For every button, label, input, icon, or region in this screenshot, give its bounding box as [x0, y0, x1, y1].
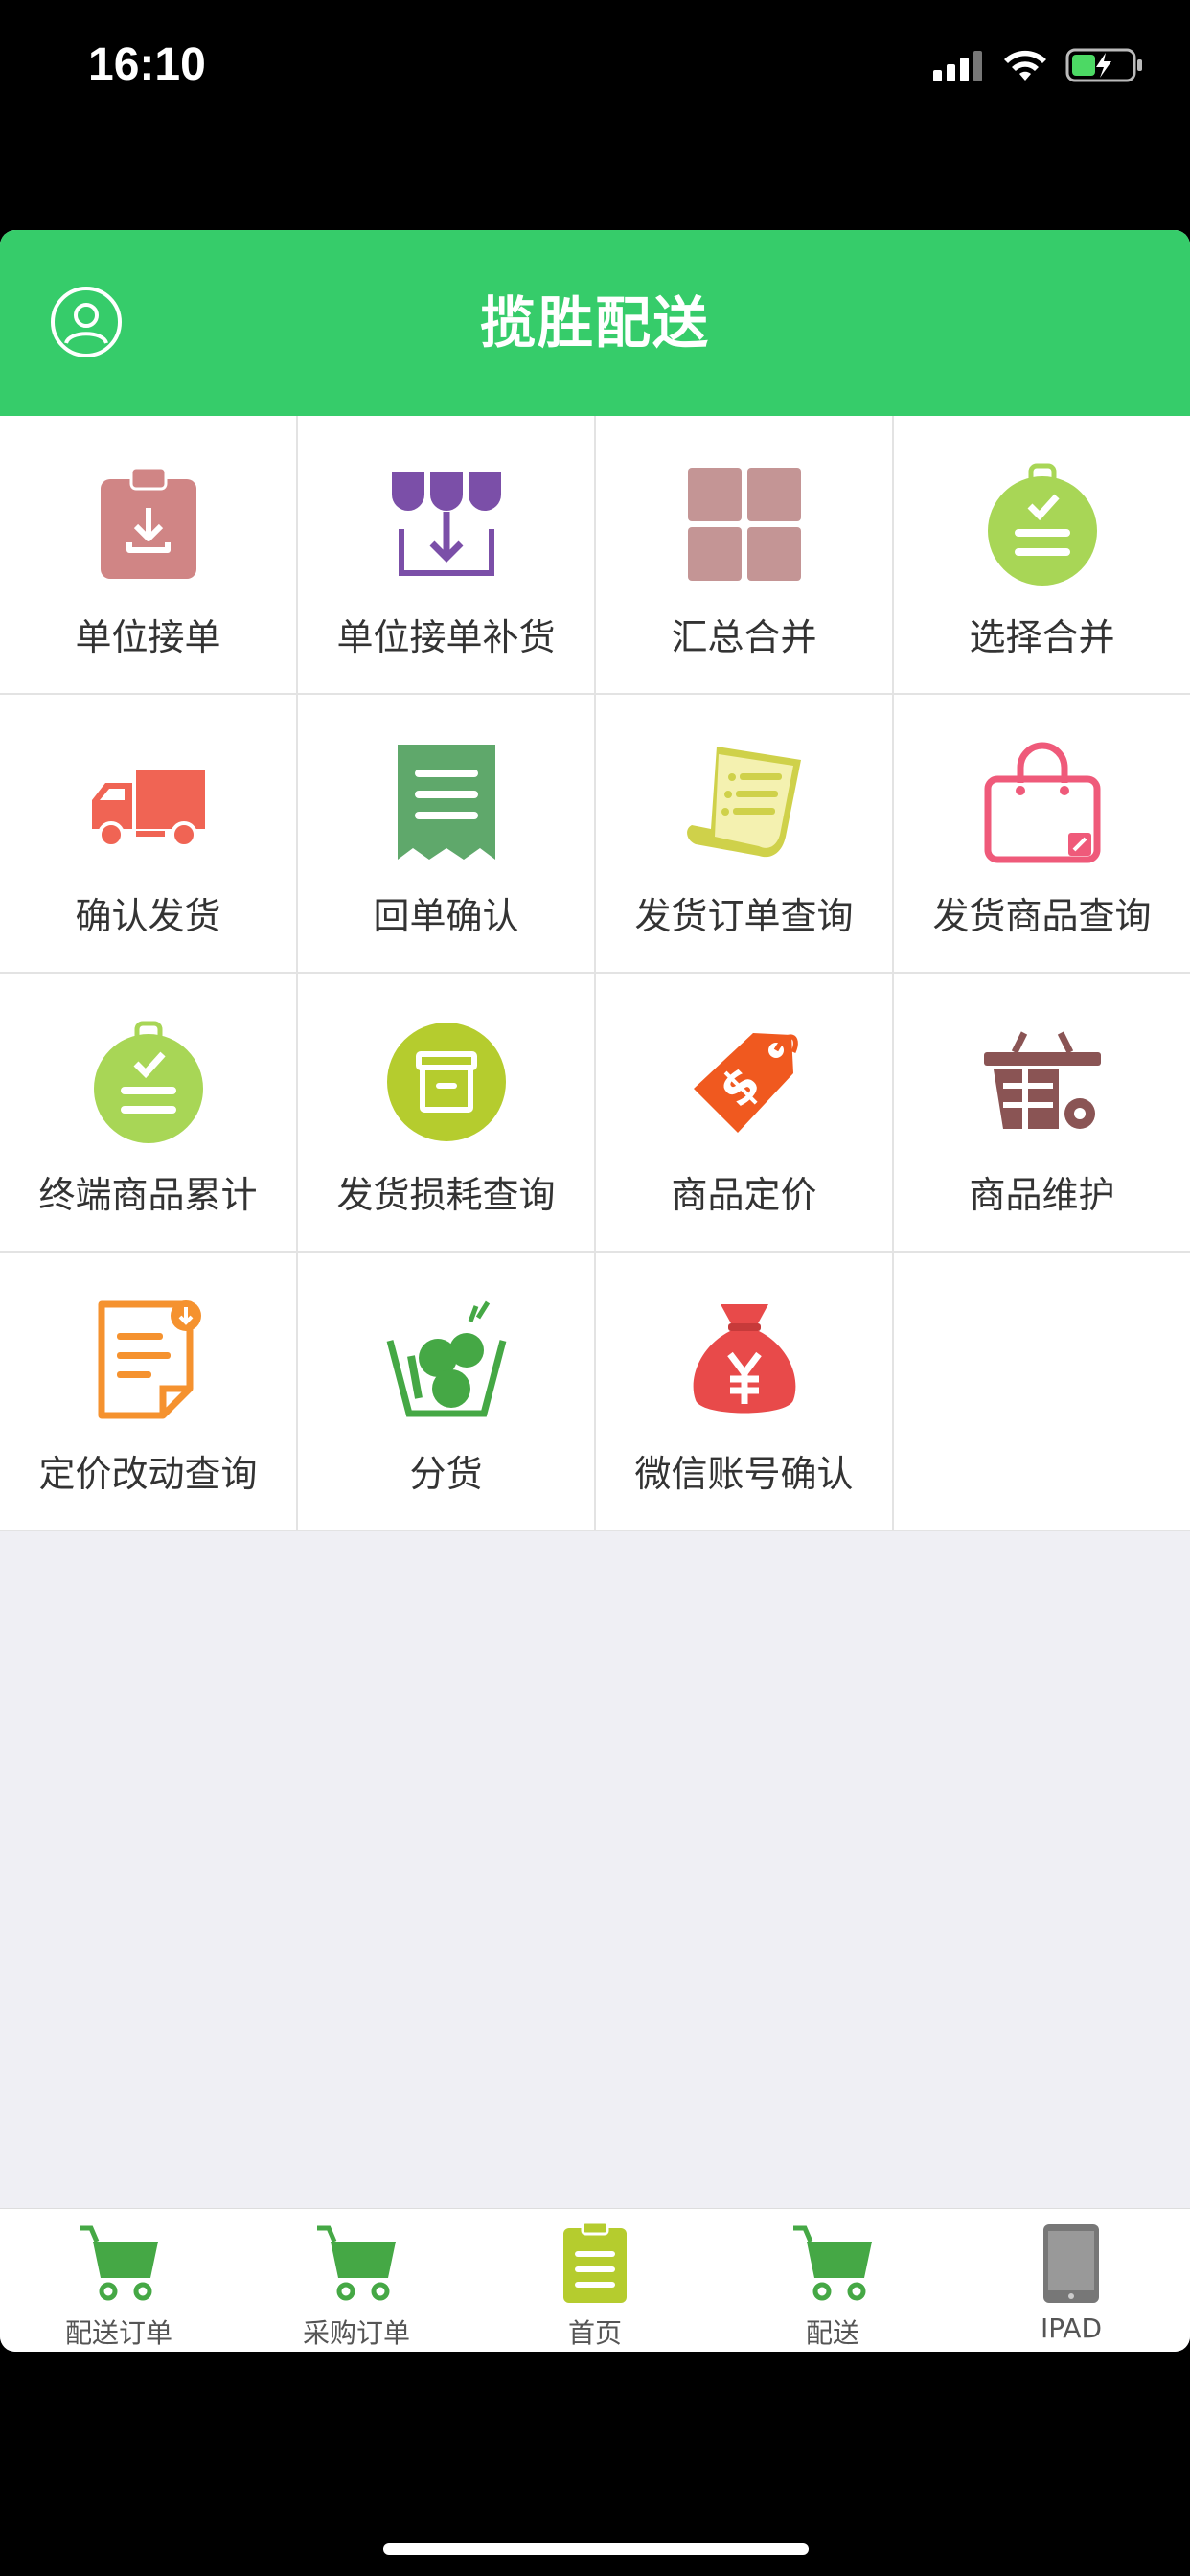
shopping-bag-icon [984, 742, 1100, 863]
grid-item-shipment-order-query[interactable]: 发货订单查询 [596, 695, 894, 974]
tab-home[interactable]: 首页 [476, 2209, 714, 2352]
awning-arrow-down-icon [391, 472, 501, 576]
grid-item-label: 发货损耗查询 [336, 1174, 556, 1216]
grid-item-label: 回单确认 [373, 895, 519, 937]
grid-item-label: 发货商品查询 [932, 895, 1152, 937]
tag-check-icon [987, 463, 1097, 586]
grid-item-terminal-goods-total[interactable]: 终端商品累计 [0, 974, 298, 1253]
tab-label: 配送 [805, 2317, 859, 2349]
grid-item-label: 商品维护 [969, 1174, 1115, 1216]
grid-item-distribute-goods[interactable]: 分货 [298, 1253, 596, 1531]
grid-item-label: 定价改动查询 [38, 1453, 258, 1495]
grid-item-shipment-loss-query[interactable]: 发货损耗查询 [298, 974, 596, 1253]
user-profile-icon[interactable] [50, 286, 123, 358]
tab-label: 采购订单 [302, 2317, 410, 2349]
document-edit-icon [98, 1300, 201, 1419]
grid-item-receipt-confirm[interactable]: 回单确认 [298, 695, 596, 974]
battery-charging-icon [1065, 48, 1142, 82]
money-bag-yen-icon [693, 1304, 795, 1414]
grid-item-label: 终端商品累计 [38, 1174, 258, 1216]
grid-item-shipment-goods-query[interactable]: 发货商品查询 [894, 695, 1190, 974]
status-bar: 16:10 [0, 0, 1190, 144]
nav-bar: 揽胜配送 [0, 230, 1190, 416]
tab-delivery-orders[interactable]: 配送订单 [0, 2209, 238, 2352]
grid-item-label: 商品定价 [671, 1174, 817, 1216]
grid-item-label: 分货 [409, 1453, 483, 1495]
basket-gear-icon [983, 1031, 1101, 1129]
vegetable-basket-icon [386, 1300, 506, 1417]
tab-ipad[interactable]: IPAD [952, 2209, 1190, 2352]
status-time: 16:10 [88, 39, 206, 90]
signal-icon [933, 51, 982, 81]
tab-delivery[interactable]: 配送 [714, 2209, 951, 2352]
grid-item-unit-order-restock[interactable]: 单位接单补货 [298, 416, 596, 695]
cart-icon [793, 2225, 872, 2301]
grid-item-confirm-shipment[interactable]: 确认发货 [0, 695, 298, 974]
cart-icon [317, 2225, 396, 2301]
tab-label: 配送订单 [64, 2317, 172, 2349]
home-indicator[interactable] [383, 2543, 809, 2555]
tab-label: 首页 [567, 2317, 622, 2349]
tab-bar: 配送订单 采购订单 首页 配送 IPAD [0, 2208, 1190, 2352]
grid-item-goods-maintenance[interactable]: 商品维护 [894, 974, 1190, 1253]
grid-item-unit-order[interactable]: 单位接单 [0, 416, 298, 695]
grid-item-label: 单位接单 [75, 616, 221, 658]
delivery-truck-icon [91, 770, 205, 848]
scroll-list-icon [686, 747, 801, 858]
grid-item-label: 微信账号确认 [634, 1453, 854, 1495]
tab-label: IPAD [1040, 2312, 1103, 2344]
grid-item-select-merge[interactable]: 选择合并 [894, 416, 1190, 695]
four-squares-icon [687, 468, 801, 581]
grid-item-summary-merge[interactable]: 汇总合并 [596, 416, 894, 695]
archive-box-icon [386, 1023, 506, 1141]
grid-item-label: 确认发货 [75, 895, 221, 937]
grid-item-goods-pricing[interactable]: $ 商品定价 [596, 974, 894, 1253]
tab-purchase-orders[interactable]: 采购订单 [238, 2209, 475, 2352]
grid-item-empty [894, 1253, 1190, 1531]
price-tag-icon: $ [693, 1033, 798, 1133]
tag-check-icon [93, 1021, 203, 1143]
grid-item-label: 选择合并 [969, 616, 1115, 658]
tablet-icon [1043, 2224, 1099, 2303]
wifi-icon [1004, 50, 1046, 80]
cart-icon [80, 2225, 158, 2301]
grid-item-label: 发货订单查询 [634, 895, 854, 937]
grid-item-label: 汇总合并 [671, 616, 817, 658]
clipboard-download-icon [100, 466, 196, 579]
receipt-icon [397, 745, 495, 860]
page-title: 揽胜配送 [479, 290, 710, 356]
app-screen: 揽胜配送 单位接单 单位接单补货 汇总合并 选择合并 确认发货 回单确认 发货订… [0, 230, 1190, 2352]
clipboard-icon [563, 2222, 627, 2303]
grid-item-label: 单位接单补货 [336, 616, 556, 658]
grid-item-wechat-account-confirm[interactable]: 微信账号确认 [596, 1253, 894, 1531]
grid-item-price-change-query[interactable]: 定价改动查询 [0, 1253, 298, 1531]
